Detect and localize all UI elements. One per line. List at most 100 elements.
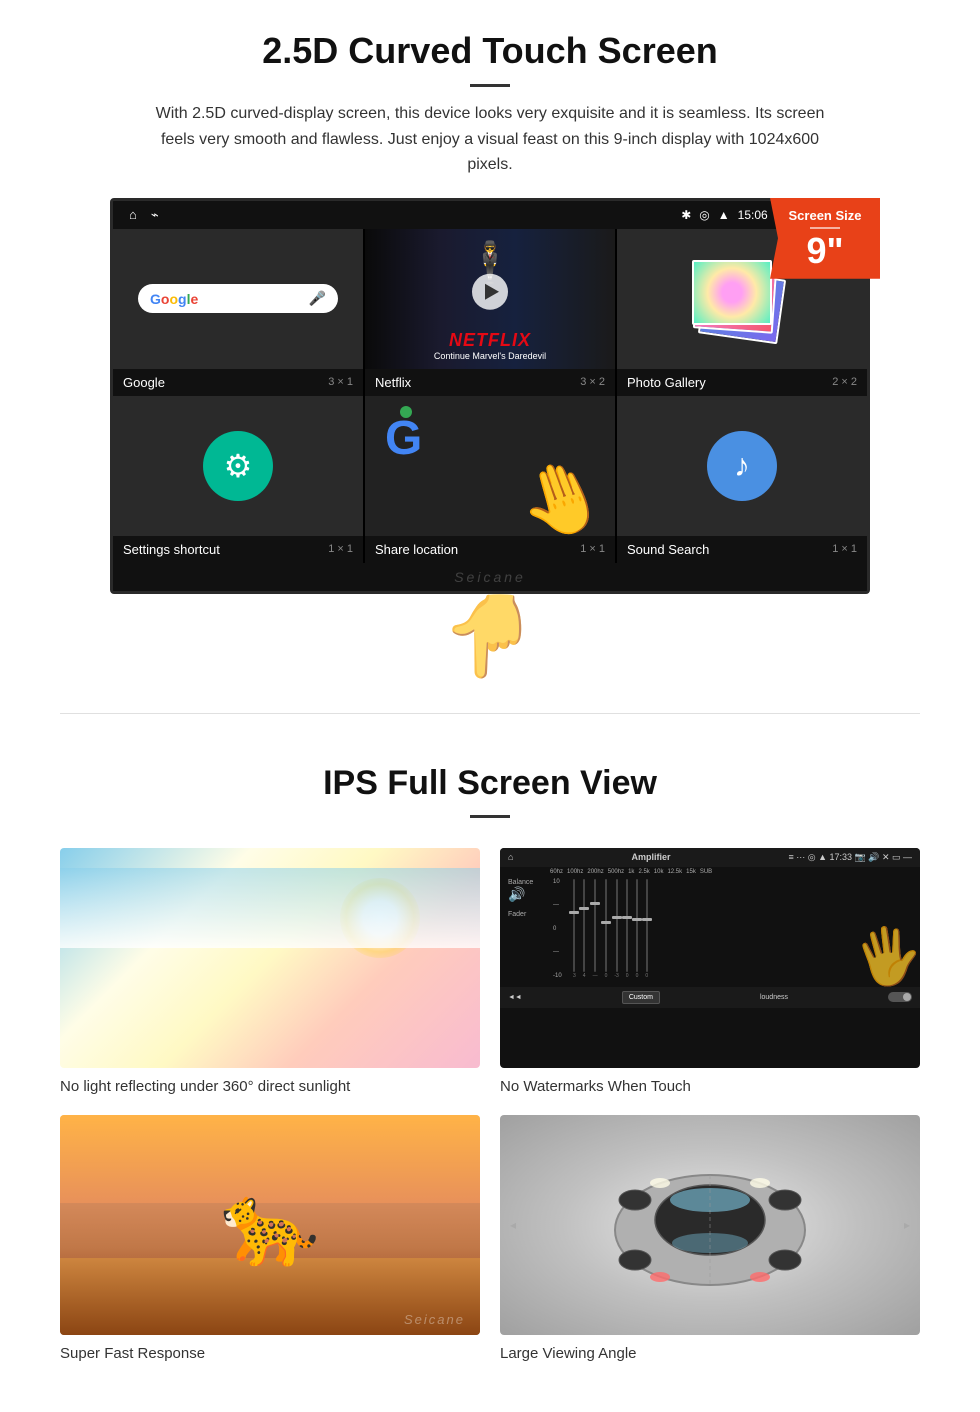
google-search-bar[interactable]: Google 🎤 xyxy=(138,284,338,313)
section1-description: With 2.5D curved-display screen, this de… xyxy=(150,101,830,178)
section2-divider xyxy=(470,815,510,818)
car-image: ◂ ▸ xyxy=(500,1115,920,1335)
label-share: Share location 1 × 1 xyxy=(365,536,615,563)
slider-6: 0 xyxy=(626,879,629,979)
bluetooth-icon: ✱ xyxy=(681,208,691,222)
slider-1: 3 xyxy=(573,879,576,979)
sound-cell-inner: ♪ xyxy=(617,396,867,536)
sunlight-image xyxy=(60,848,480,1068)
amp-loudness-toggle[interactable] xyxy=(888,992,912,1002)
app-grid-row2: ⚙ G 🤚 xyxy=(113,396,867,536)
app-cell-google[interactable]: Google 🎤 xyxy=(113,229,363,369)
settings-cell-inner: ⚙ xyxy=(113,396,363,536)
screen-size-badge: Screen Size 9" xyxy=(770,198,880,279)
ips-grid: No light reflecting under 360° direct su… xyxy=(60,848,920,1362)
google-mic-icon[interactable]: 🎤 xyxy=(309,290,326,307)
music-note-icon: ♪ xyxy=(734,447,750,484)
home-icon[interactable]: ⌂ xyxy=(129,207,137,222)
ips-item-amplifier: ⌂ Amplifier ≡ ··· ◎ ▲ 17:33 📷 🔊 ✕ ▭ — 60… xyxy=(500,848,920,1095)
netflix-overlay: NETFLIX Continue Marvel's Daredevil xyxy=(365,322,615,369)
car-svg xyxy=(580,1145,840,1305)
amplifier-screen: ⌂ Amplifier ≡ ··· ◎ ▲ 17:33 📷 🔊 ✕ ▭ — 60… xyxy=(500,848,920,1068)
google-logo: Google xyxy=(150,291,198,307)
slider-8: 0 xyxy=(645,879,648,979)
amp-title: Amplifier xyxy=(631,852,670,862)
google-cell-inner: Google 🎤 xyxy=(113,229,363,369)
device-watermark: Seicane xyxy=(113,563,867,591)
share-grid-text: 1 × 1 xyxy=(580,543,605,555)
amp-side-labels: Balance 🔊 Fader xyxy=(508,879,553,979)
google-grid-text: 3 × 1 xyxy=(328,376,353,388)
section1-divider xyxy=(470,84,510,87)
device-wrapper: Screen Size 9" ⌂ ⌁ ✱ ◎ ▲ 15:06 📷 🔊 ✕ xyxy=(110,198,870,594)
app-cell-sound[interactable]: ♪ xyxy=(617,396,867,536)
status-left: ⌂ ⌁ xyxy=(129,207,159,223)
maps-dot xyxy=(400,406,412,418)
amp-home-icon: ⌂ xyxy=(508,852,513,862)
settings-grid-text: 1 × 1 xyxy=(328,543,353,555)
ips-item-sunlight: No light reflecting under 360° direct su… xyxy=(60,848,480,1095)
app-cell-netflix[interactable]: 🕴 NETFLIX Continue Marvel's Daredevil xyxy=(365,229,615,369)
play-triangle-icon xyxy=(485,284,499,300)
amp-caption: No Watermarks When Touch xyxy=(500,1078,920,1095)
netflix-subtitle: Continue Marvel's Daredevil xyxy=(373,351,607,361)
label-settings: Settings shortcut 1 × 1 xyxy=(113,536,363,563)
play-button[interactable] xyxy=(472,274,508,310)
amp-custom-btn[interactable]: Custom xyxy=(622,991,660,1004)
slider-3: — xyxy=(593,879,598,979)
amp-time: 17:33 xyxy=(830,852,853,862)
amp-icons: ≡ ··· ◎ ▲ 17:33 📷 🔊 ✕ ▭ — xyxy=(788,852,912,863)
cheetah-image-box: 🐆 Seicane xyxy=(60,1115,480,1335)
sound-label-text: Sound Search xyxy=(627,542,709,557)
hand-touch-container: 👆 xyxy=(0,589,980,683)
section2-title: IPS Full Screen View xyxy=(60,764,920,803)
hand-touch-icon: 👆 xyxy=(440,589,540,683)
app-cell-settings[interactable]: ⚙ xyxy=(113,396,363,536)
section-ips: IPS Full Screen View No light reflecting… xyxy=(0,744,980,1412)
location-icon: ◎ xyxy=(699,208,709,222)
amp-body: Balance 🔊 Fader 10 — 0 — -10 xyxy=(500,875,920,983)
slider-2: 4 xyxy=(583,879,586,979)
sound-circle: ♪ xyxy=(707,431,777,501)
cheetah-caption: Super Fast Response xyxy=(60,1345,480,1362)
ips-item-cheetah: 🐆 Seicane Super Fast Response xyxy=(60,1115,480,1362)
cheetah-emoji: 🐆 xyxy=(220,1178,320,1272)
amp-back-icon: ◄◄ xyxy=(508,994,522,1001)
toggle-knob xyxy=(903,993,911,1001)
pointing-hand: 🤚 xyxy=(506,446,615,535)
netflix-logo: NETFLIX xyxy=(373,330,607,351)
badge-title: Screen Size xyxy=(784,208,866,223)
angle-right: ▸ xyxy=(904,1218,910,1232)
car-image-box: ◂ ▸ xyxy=(500,1115,920,1335)
netflix-label-text: Netflix xyxy=(375,375,411,390)
cheetah-watermark: Seicane xyxy=(404,1312,465,1327)
badge-dash xyxy=(810,227,840,229)
amp-label-fader: Fader xyxy=(508,911,553,918)
section-curved-screen: 2.5D Curved Touch Screen With 2.5D curve… xyxy=(0,0,980,619)
slider-7: 0 xyxy=(636,879,639,979)
amp-sliders-container: 3 4 xyxy=(573,879,912,979)
cheetah-image: 🐆 Seicane xyxy=(60,1115,480,1335)
google-label-text: Google xyxy=(123,375,165,390)
gallery-label-text: Photo Gallery xyxy=(627,375,706,390)
section1-title: 2.5D Curved Touch Screen xyxy=(60,30,920,72)
app-cell-share[interactable]: G 🤚 xyxy=(365,396,615,536)
share-label-text: Share location xyxy=(375,542,458,557)
netflix-grid-text: 3 × 2 xyxy=(580,376,605,388)
amp-loudness-label: loudness xyxy=(760,994,788,1001)
amp-header: ⌂ Amplifier ≡ ··· ◎ ▲ 17:33 📷 🔊 ✕ ▭ — xyxy=(500,848,920,867)
usb-icon: ⌁ xyxy=(151,207,159,223)
gallery-grid-text: 2 × 2 xyxy=(832,376,857,388)
slider-4: 0 xyxy=(605,879,608,979)
device-screen: ⌂ ⌁ ✱ ◎ ▲ 15:06 📷 🔊 ✕ ▭ xyxy=(110,198,870,594)
angle-left: ◂ xyxy=(510,1218,516,1232)
car-caption: Large Viewing Angle xyxy=(500,1345,920,1362)
slider-5: -3 xyxy=(614,879,618,979)
sunlight-image-box xyxy=(60,848,480,1068)
app-grid-row1: Google 🎤 🕴 xyxy=(113,229,867,369)
app-labels-row2: Settings shortcut 1 × 1 Share location 1… xyxy=(113,536,867,563)
wifi-icon: ▲ xyxy=(718,208,730,222)
label-google: Google 3 × 1 xyxy=(113,369,363,396)
netflix-cell-inner: 🕴 NETFLIX Continue Marvel's Daredevil xyxy=(365,229,615,369)
ips-item-car: ◂ ▸ Large Viewing Angle xyxy=(500,1115,920,1362)
